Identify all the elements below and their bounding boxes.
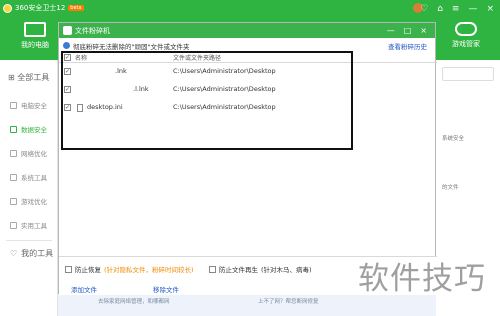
right-panel-text-2: 的文件 bbox=[442, 185, 459, 191]
monitor-icon bbox=[24, 22, 46, 37]
controller-icon bbox=[10, 197, 17, 205]
strip-text-right: 上不了网？帮您断网修复 bbox=[258, 299, 319, 305]
app-title-bar: 360安全卫士12 beta bbox=[3, 3, 84, 13]
history-link[interactable]: 查看粉碎历史 bbox=[388, 41, 435, 51]
sidebar-header-label: 全部工具 bbox=[17, 73, 50, 82]
option-label: 防止恢复 bbox=[75, 266, 101, 274]
sidebar-item-label: 电脑安全 bbox=[21, 102, 47, 110]
option-prevent-regen[interactable]: 防止文件再生 (针对木马、病毒) bbox=[209, 264, 312, 274]
right-panel-text-1: 系统安全 bbox=[442, 136, 465, 142]
dialog-window-controls: — □ × bbox=[387, 26, 435, 35]
shredder-icon bbox=[63, 26, 72, 35]
dialog-minimize-icon[interactable]: — bbox=[387, 26, 395, 35]
option-label: 防止文件再生 bbox=[219, 266, 258, 274]
prevent-recovery-checkbox[interactable] bbox=[65, 265, 72, 273]
sidebar-item-utilities[interactable]: 实用工具 bbox=[10, 220, 47, 230]
heart-icon: ♡ bbox=[10, 249, 18, 258]
sidebar-item-label: 网络优化 bbox=[21, 150, 47, 158]
sidebar-item-pc-security[interactable]: 电脑安全 bbox=[10, 100, 47, 110]
option-prevent-recovery[interactable]: 防止恢复 (针对隐私文件，粉碎时间较长) bbox=[65, 264, 194, 274]
option-hint: (针对隐私文件，粉碎时间较长) bbox=[104, 266, 194, 274]
logo-icon bbox=[3, 3, 12, 13]
shield-icon bbox=[10, 125, 17, 133]
sidebar-item-network[interactable]: 网络优化 bbox=[10, 148, 47, 158]
home-icon[interactable]: ⌂ bbox=[437, 4, 443, 14]
option-hint: (针对木马、病毒) bbox=[261, 266, 312, 274]
sidebar-my-tools[interactable]: ♡ 我的工具 bbox=[10, 248, 53, 259]
highlight-box bbox=[61, 51, 353, 150]
sidebar-item-data-security[interactable]: 数据安全 bbox=[10, 124, 47, 134]
skin-icon[interactable]: ♡ bbox=[420, 4, 428, 14]
window-controls: ♡ ⌂ ≡ — × bbox=[420, 4, 494, 14]
gamepad-icon bbox=[455, 22, 477, 36]
minimize-icon[interactable]: — bbox=[468, 4, 477, 14]
menu-icon[interactable]: ≡ bbox=[452, 4, 460, 14]
toolbox-icon bbox=[10, 221, 17, 229]
grid-icon: ⊞ bbox=[8, 73, 18, 82]
prevent-regen-checkbox[interactable] bbox=[209, 265, 216, 273]
sidebar-header[interactable]: ⊞ 全部工具 bbox=[8, 72, 49, 83]
dialog-maximize-icon[interactable]: □ bbox=[404, 26, 412, 35]
my-tools-label: 我的工具 bbox=[21, 249, 54, 258]
sidebar-divider bbox=[6, 240, 52, 241]
nav-my-computer-label: 我的电脑 bbox=[21, 41, 49, 49]
info-text: 彻底粉碎无法删除的"顽固"文件或文件夹 bbox=[73, 42, 190, 51]
monitor-small-icon bbox=[10, 101, 17, 109]
remove-file-button[interactable]: 移除文件 bbox=[153, 284, 179, 294]
sidebar-item-game-optimize[interactable]: 游戏优化 bbox=[10, 196, 47, 206]
nav-my-computer[interactable]: 我的电脑 bbox=[10, 22, 60, 50]
sidebar-item-label: 数据安全 bbox=[21, 126, 47, 134]
nav-game-manager-label: 游戏管家 bbox=[452, 40, 480, 48]
strip-text-left: 去除家庭网络管理，和哪都网 bbox=[98, 299, 170, 305]
info-icon bbox=[63, 42, 70, 49]
dialog-close-icon[interactable]: × bbox=[420, 26, 427, 35]
watermark: 软件技巧 bbox=[358, 261, 486, 297]
beta-badge: beta bbox=[68, 5, 84, 11]
gear-icon bbox=[10, 173, 17, 181]
sidebar-item-label: 游戏优化 bbox=[21, 198, 47, 206]
sidebar-item-label: 系统工具 bbox=[21, 174, 47, 182]
sidebar-item-label: 实用工具 bbox=[21, 222, 47, 230]
globe-icon bbox=[10, 149, 17, 157]
dialog-title-bar[interactable]: 文件粉碎机 — □ × bbox=[59, 23, 435, 38]
nav-game-manager[interactable]: 游戏管家 bbox=[441, 22, 491, 49]
dialog-title: 文件粉碎机 bbox=[75, 26, 110, 35]
sidebar: ⊞ 全部工具 电脑安全 数据安全 网络优化 系统工具 游戏优化 实用工具 ♡ 我… bbox=[0, 60, 58, 316]
app-title: 360安全卫士12 bbox=[15, 4, 66, 12]
add-file-button[interactable]: 添加文件 bbox=[71, 284, 97, 294]
search-input[interactable] bbox=[442, 67, 494, 81]
close-icon[interactable]: × bbox=[486, 4, 494, 14]
sidebar-item-system-tools[interactable]: 系统工具 bbox=[10, 172, 47, 182]
